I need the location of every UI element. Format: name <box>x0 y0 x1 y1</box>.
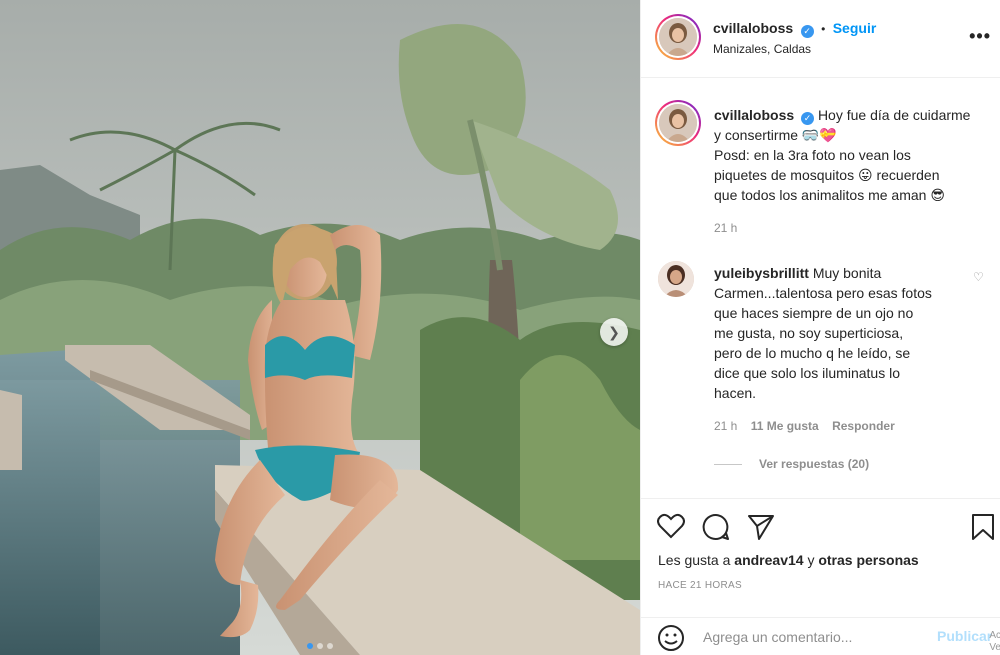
follow-button[interactable]: Seguir <box>833 20 877 36</box>
caption-line-4: piquetes de mosquitos 😛 recuerden <box>714 167 940 183</box>
likes-others-link[interactable]: otras personas <box>818 552 918 568</box>
post-location[interactable]: Manizales, Caldas <box>713 42 811 56</box>
caption-line-1: Hoy fue día de cuidarme <box>817 107 971 123</box>
commenter-avatar[interactable] <box>658 261 694 297</box>
caption-time[interactable]: 21 h <box>714 221 737 235</box>
comment-line-5: pero de lo mucho q he leído, se <box>714 345 911 361</box>
replies-divider <box>714 464 742 465</box>
reply-button[interactable]: Responder <box>832 419 895 433</box>
comment-time[interactable]: 21 h <box>714 419 737 433</box>
carousel-dot-active <box>307 643 313 649</box>
likes-joiner: y <box>807 552 815 568</box>
like-comment-heart-icon[interactable]: ♡ <box>973 270 984 284</box>
caption-line-5: que todos los animalitos me aman 😎 <box>714 187 945 203</box>
more-options-icon[interactable]: ••• <box>969 26 991 47</box>
comment-line-3: que haces siempre de un ojo no <box>714 305 914 321</box>
post-side-panel: cvillaloboss ✓ • Seguir Manizales, Calda… <box>640 0 1000 655</box>
author-username[interactable]: cvillaloboss <box>713 20 793 36</box>
separator: • <box>821 22 826 36</box>
like-heart-icon[interactable] <box>657 513 685 544</box>
watermark-line-2: Ve <box>989 642 1000 653</box>
carousel-dot <box>317 643 323 649</box>
post-header: cvillaloboss ✓ • Seguir Manizales, Calda… <box>641 0 1000 78</box>
caption-line-3: Posd: en la 3ra foto no vean los <box>714 147 911 163</box>
next-photo-button[interactable]: ❯ <box>600 318 628 346</box>
comment-line-2: Carmen...talentosa pero esas fotos <box>714 285 932 301</box>
post-timestamp[interactable]: HACE 21 HORAS <box>658 580 742 591</box>
chevron-right-icon: ❯ <box>608 323 620 340</box>
comment-meta: 21 h 11 Me gusta Responder <box>714 419 895 433</box>
verified-icon: ✓ <box>800 25 814 38</box>
comment-body: yuleibysbrillitt Muy bonita Carmen...tal… <box>714 263 964 403</box>
likes-user-link[interactable]: andreav14 <box>734 552 803 568</box>
caption-line-2: y consertirme 🥽💝 <box>714 127 837 143</box>
comment-input[interactable] <box>703 626 933 648</box>
commenter-username[interactable]: yuleibysbrillitt <box>714 265 809 281</box>
post-actions: Les gusta a andreav14 y otras personas H… <box>641 498 1000 618</box>
likes-summary: Les gusta a andreav14 y otras personas <box>658 552 919 568</box>
carousel-dot <box>327 643 333 649</box>
verified-icon: ✓ <box>801 112 815 125</box>
comment-line-7: hacen. <box>714 385 757 401</box>
post-caption: cvillaloboss ✓ Hoy fue día de cuidarme y… <box>714 105 994 205</box>
photo-illustration <box>0 0 640 655</box>
carousel-dots <box>0 643 640 649</box>
share-icon[interactable] <box>747 513 775 546</box>
comment-line-6: dice que solo los iluminatus lo <box>714 365 900 381</box>
comment-line-1: Muy bonita <box>812 265 882 281</box>
likes-prefix: Les gusta a <box>658 552 731 568</box>
caption-username[interactable]: cvillaloboss <box>714 107 794 123</box>
emoji-icon[interactable] <box>657 624 685 655</box>
comments-section[interactable]: cvillaloboss ✓ Hoy fue día de cuidarme y… <box>641 78 1000 498</box>
comment-line-4: me gusta, no soy superticiosa, <box>714 325 904 341</box>
add-comment-bar: Publicar Ac Ve <box>641 617 1000 655</box>
watermark-line-1: Ac <box>989 630 1000 641</box>
bookmark-icon[interactable] <box>971 513 995 546</box>
publish-button[interactable]: Publicar <box>937 628 992 644</box>
more-label: ••• <box>969 26 991 46</box>
caption-author-avatar[interactable] <box>655 100 701 146</box>
view-replies-button[interactable]: Ver respuestas (20) <box>759 457 869 471</box>
comment-likes[interactable]: 11 Me gusta <box>751 419 819 433</box>
comment-icon[interactable] <box>702 513 730 546</box>
author-avatar[interactable] <box>655 14 701 60</box>
post-photo[interactable]: ❯ <box>0 0 640 655</box>
